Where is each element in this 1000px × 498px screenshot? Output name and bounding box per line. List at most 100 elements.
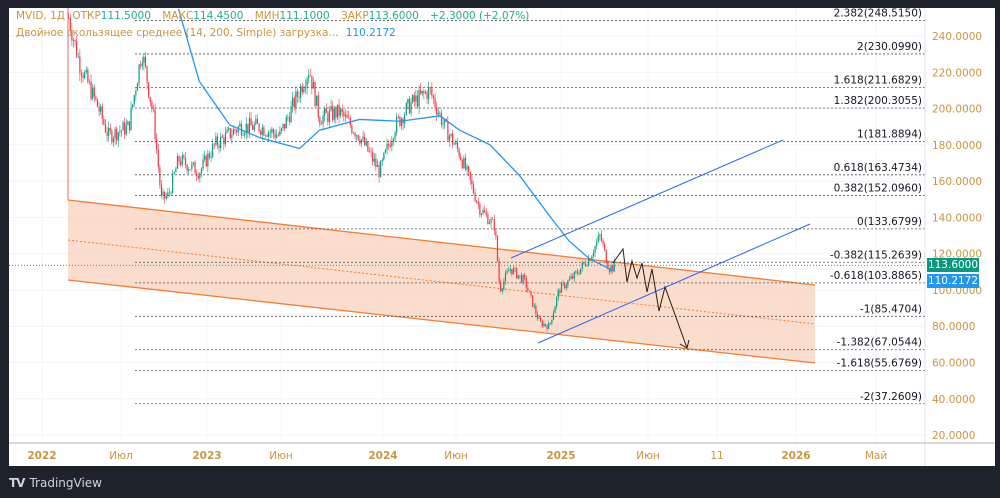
candle-body (384, 149, 387, 153)
candle-body (488, 223, 491, 225)
candle-body (479, 204, 481, 215)
candle-body (119, 131, 121, 133)
candle-body (423, 91, 425, 94)
candle-body (586, 265, 588, 267)
candle-body (287, 117, 289, 118)
candle-body (599, 234, 601, 236)
candle-body (453, 144, 455, 145)
candle-body (544, 323, 547, 326)
candle-body (514, 268, 516, 269)
candle-body (548, 323, 550, 329)
candle-body (309, 75, 311, 76)
candle-body (575, 271, 577, 273)
tradingview-logo[interactable]: TV TradingView (9, 476, 102, 490)
candle-body (420, 90, 422, 94)
candle-body (487, 214, 489, 225)
candle-body (584, 263, 587, 266)
candle-body (343, 111, 345, 117)
candle-body (551, 319, 553, 323)
candle-body (87, 69, 89, 83)
time-tick-label: 11 (710, 450, 723, 462)
candle-body (604, 244, 606, 250)
candle-body (580, 268, 582, 274)
candle-body (458, 148, 460, 157)
candle-body (466, 166, 468, 170)
candle-body (103, 118, 105, 125)
candle-body (549, 322, 551, 324)
candle-body (306, 78, 308, 87)
candle-body (348, 117, 350, 119)
time-tick-label: 2023 (192, 450, 221, 462)
candle-body (372, 152, 374, 162)
candle-body (530, 291, 532, 296)
candle-body (461, 160, 463, 168)
candle-body (276, 135, 278, 138)
candle-body (546, 325, 548, 329)
candle-body (320, 124, 323, 125)
candle-body (576, 271, 579, 274)
candle-body (175, 168, 177, 173)
fib-level-label: -2(37.2609) (860, 391, 922, 403)
candle-body (333, 108, 335, 120)
price-tick-label: 240.0000 (932, 31, 982, 43)
candle-body (492, 218, 494, 220)
candle-body (215, 136, 217, 145)
candle-body (316, 95, 318, 106)
candle-body (354, 133, 356, 137)
candle-body (264, 135, 267, 137)
candle-body (357, 135, 359, 140)
candle-body (336, 104, 339, 118)
candle-body (442, 123, 444, 125)
candle-body (340, 108, 342, 116)
candle-body (375, 158, 377, 167)
candle-body (378, 165, 380, 178)
time-tick-label: 2022 (27, 450, 56, 462)
candle-body (68, 17, 70, 19)
candle-body (490, 218, 492, 224)
candle-body (231, 135, 233, 138)
candle-body (162, 191, 164, 196)
candle-body (516, 268, 518, 279)
time-tick-label: 2024 (368, 450, 397, 462)
candle-body (290, 106, 292, 123)
candle-body (370, 151, 372, 153)
candle-body (520, 274, 523, 283)
candle-body (397, 116, 399, 118)
candle-body (480, 213, 483, 215)
candle-body (412, 95, 414, 103)
candle-body (600, 234, 603, 241)
last-price-badge: 113.6000 (927, 258, 979, 272)
chart-canvas[interactable]: 2.382(248.5150) 2(230.0990) 1.618(211.6829… (0, 0, 1000, 498)
candle-body (221, 136, 223, 138)
price-tick-label: 220.0000 (932, 67, 982, 79)
candle-body (138, 64, 140, 84)
candle-body (168, 192, 171, 194)
candle-body (356, 135, 358, 137)
candle-body (285, 117, 287, 129)
candle-body (268, 132, 270, 137)
candle-body (380, 161, 382, 178)
candle-body (605, 249, 607, 264)
candle-body (120, 130, 123, 132)
candle-body (271, 129, 273, 133)
candle-body (317, 95, 319, 118)
candle-body (455, 142, 457, 145)
candle-body (295, 91, 297, 108)
candle-body (223, 137, 225, 145)
candle-body (178, 156, 180, 162)
candle-body (496, 235, 499, 262)
candle-body (92, 87, 94, 99)
time-tick-label: 2026 (781, 450, 810, 462)
candle-body (559, 290, 561, 293)
candle-body (568, 278, 571, 281)
candle-body (383, 152, 385, 160)
candle-body (594, 246, 596, 254)
candle-body (111, 130, 113, 143)
price-tick-label: 60.0000 (932, 358, 975, 370)
candle-body (396, 116, 398, 133)
candle-body (186, 164, 188, 171)
candle-body (90, 81, 92, 99)
fib-level-label: -0.382(115.2639) (830, 249, 922, 261)
candle-body (338, 104, 340, 116)
candle-body (469, 171, 471, 180)
